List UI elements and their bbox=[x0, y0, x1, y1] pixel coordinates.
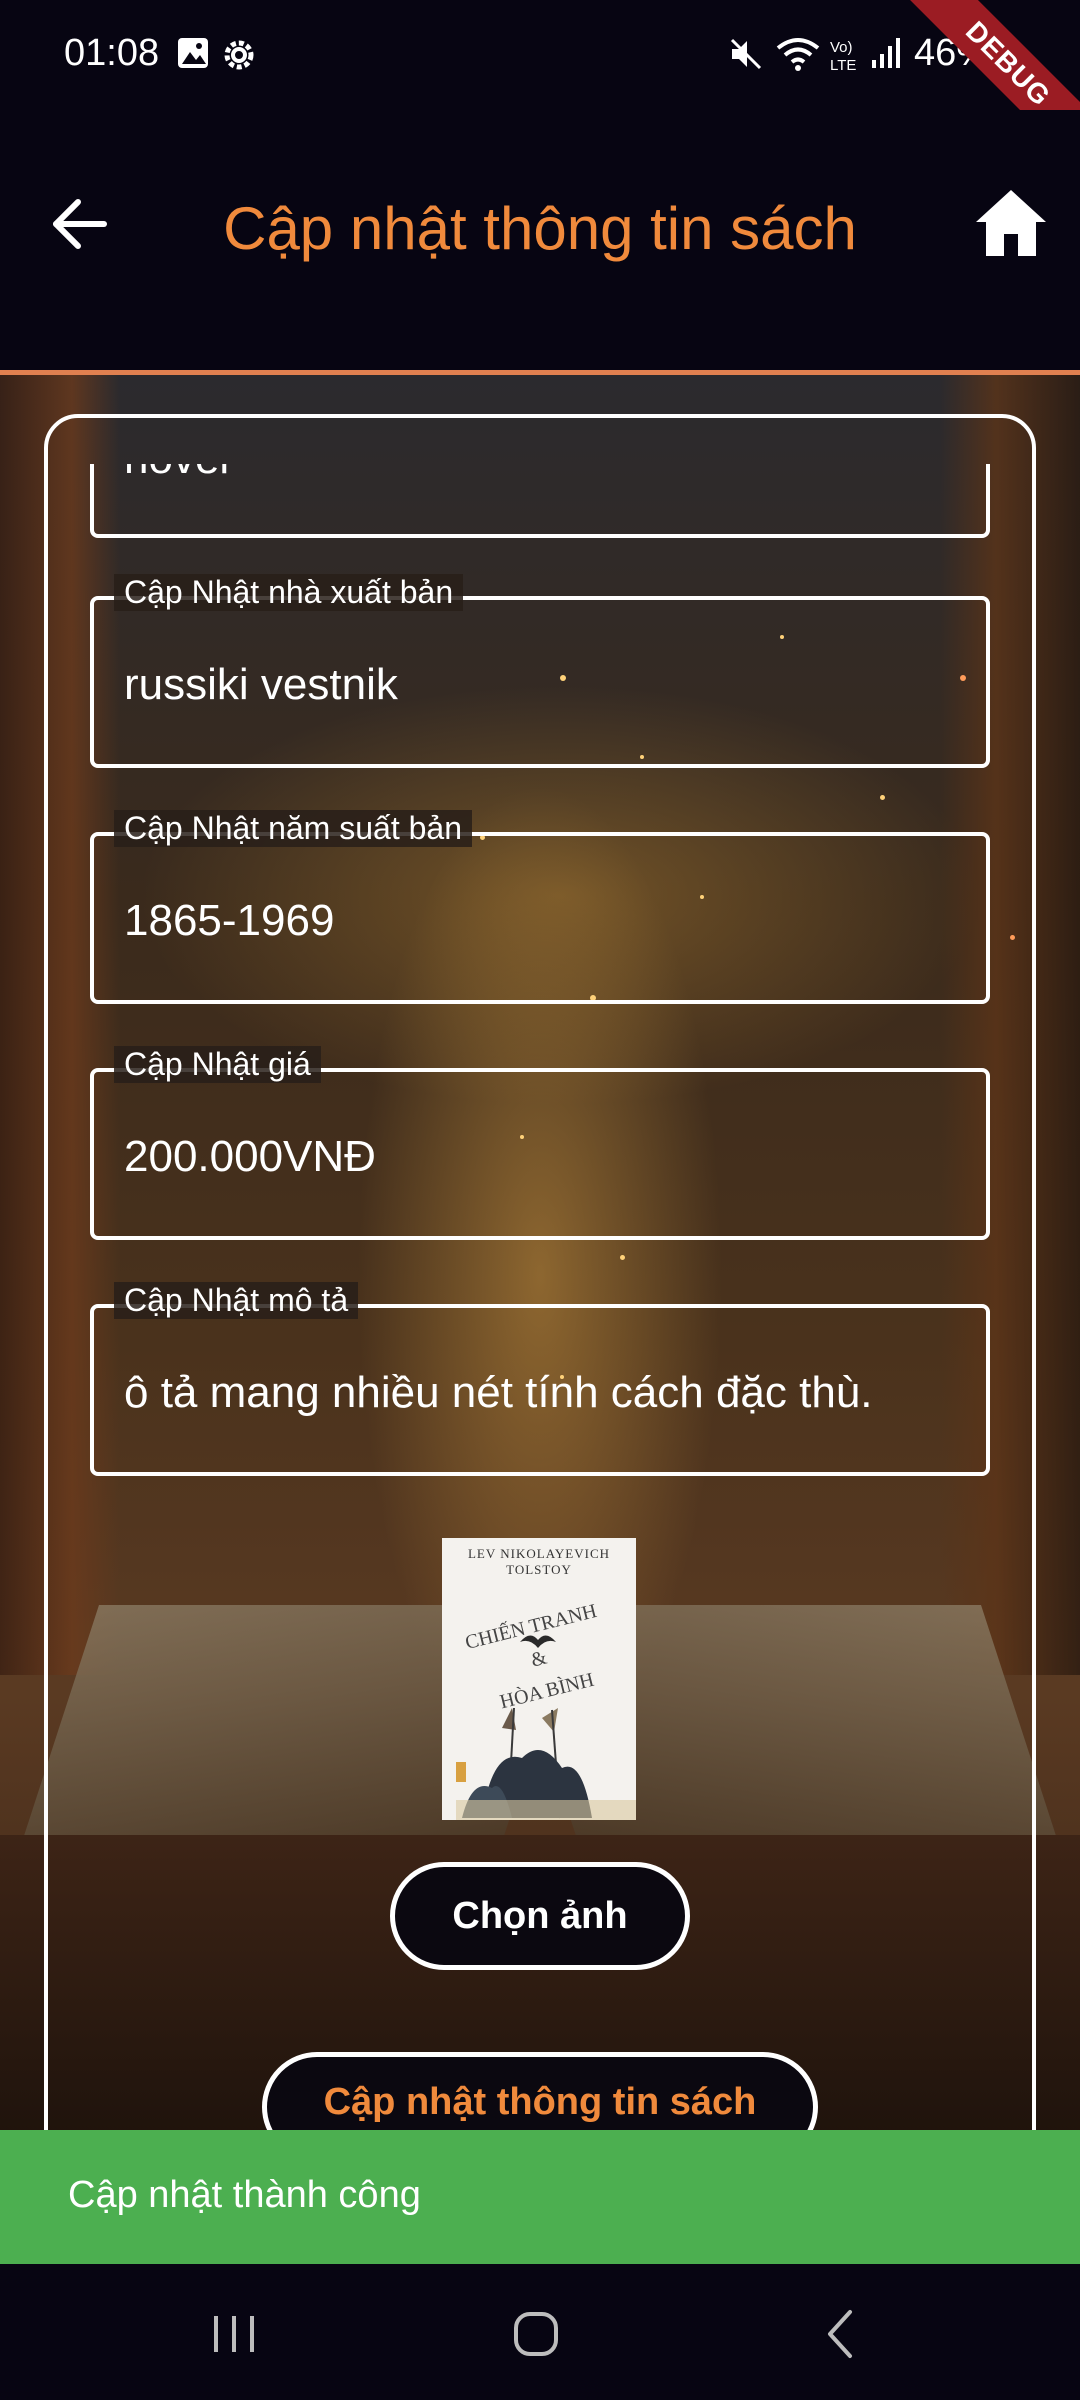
system-navigation-bar bbox=[0, 2264, 1080, 2400]
description-field[interactable]: Cập Nhật mô tả ô tả mang nhiều nét tính … bbox=[90, 1282, 990, 1476]
choose-image-button[interactable]: Chọn ảnh bbox=[390, 1862, 690, 1970]
publication-year-field[interactable]: Cập Nhật năm suất bản 1865-1969 bbox=[90, 810, 990, 1004]
app-bar: Cập nhật thông tin sách bbox=[0, 110, 1080, 372]
volte-icon: Vo) LTE bbox=[830, 39, 856, 74]
cover-soldiers-illustration bbox=[456, 1708, 636, 1820]
book-cover-image: LEV NIKOLAYEVICH TOLSTOY CHIẾN TRANH & H… bbox=[442, 1538, 636, 1820]
image-icon bbox=[178, 38, 208, 68]
mute-icon bbox=[730, 38, 762, 70]
price-value: 200.000VNĐ bbox=[124, 1132, 376, 1181]
publication-year-value: 1865-1969 bbox=[124, 896, 335, 945]
svg-text:Vo): Vo) bbox=[830, 39, 853, 56]
publisher-label: Cập Nhật nhà xuất bản bbox=[114, 574, 464, 611]
back-chevron-icon[interactable] bbox=[810, 2304, 870, 2364]
price-field[interactable]: Cập Nhật giá 200.000VNĐ bbox=[90, 1046, 990, 1240]
description-label: Cập Nhật mô tả bbox=[114, 1282, 359, 1319]
status-bar: 01:08 Vo) LTE 46% DEBUG bbox=[0, 0, 1080, 173]
home-circle-icon[interactable] bbox=[506, 2304, 566, 2364]
home-icon[interactable] bbox=[974, 186, 1048, 260]
recent-apps-icon[interactable] bbox=[204, 2304, 264, 2364]
price-label: Cập Nhật giá bbox=[114, 1046, 321, 1083]
settings-gear-icon bbox=[224, 40, 254, 70]
cover-author: LEV NIKOLAYEVICH TOLSTOY bbox=[467, 1546, 611, 1577]
wifi-icon bbox=[776, 38, 820, 71]
snackbar-message: Cập nhật thành công bbox=[68, 2174, 421, 2216]
page-title: Cập nhật thông tin sách bbox=[223, 195, 857, 262]
description-value: ô tả mang nhiều nét tính cách đặc thù. bbox=[124, 1368, 873, 1417]
publisher-field[interactable]: Cập Nhật nhà xuất bản russiki vestnik bbox=[90, 574, 990, 768]
genre-field[interactable]: novel bbox=[90, 464, 990, 538]
bird-icon bbox=[520, 1635, 556, 1648]
publisher-value: russiki vestnik bbox=[124, 660, 398, 709]
svg-text:LTE: LTE bbox=[830, 57, 856, 74]
publication-year-label: Cập Nhật năm suất bản bbox=[114, 810, 472, 847]
signal-icon bbox=[872, 38, 900, 68]
genre-value: novel bbox=[124, 464, 966, 484]
success-snackbar: Cập nhật thành công bbox=[0, 2130, 1080, 2264]
status-time: 01:08 bbox=[64, 32, 160, 74]
